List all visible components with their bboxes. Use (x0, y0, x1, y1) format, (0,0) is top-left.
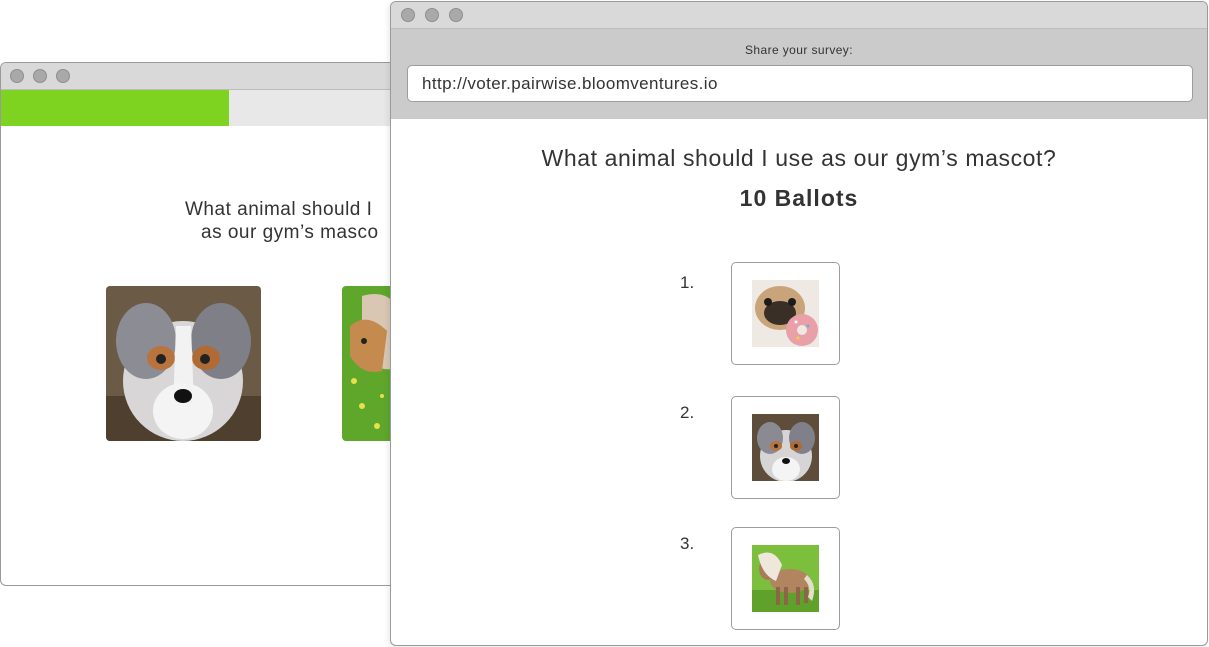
close-window-button[interactable] (10, 69, 24, 83)
ballot-count: 10 Ballots (739, 185, 859, 211)
progress-bar-fill (1, 90, 229, 126)
progress-bar (1, 90, 419, 126)
pug-photo-icon (752, 280, 819, 347)
choice-dog[interactable] (106, 286, 261, 441)
dog-photo-icon (106, 286, 261, 441)
rank-number: 2. (680, 403, 695, 422)
pony-photo-icon (752, 545, 819, 612)
close-window-button[interactable] (401, 8, 415, 22)
results-window: Share your survey: What animal should I … (390, 1, 1208, 646)
dog-photo-icon (752, 414, 819, 481)
ranked-choice-3[interactable] (731, 527, 840, 630)
ranked-choice-2[interactable] (731, 396, 840, 499)
minimize-window-button[interactable] (33, 69, 47, 83)
share-label: Share your survey: (745, 43, 853, 57)
minimize-window-button[interactable] (425, 8, 439, 22)
share-url-field[interactable] (407, 65, 1193, 102)
title-bar (1, 63, 419, 90)
rank-number: 1. (680, 273, 695, 292)
ranked-choice-1[interactable] (731, 262, 840, 365)
voter-question-line1: What animal should I (185, 199, 373, 220)
rank-number: 3. (680, 534, 695, 553)
title-bar (391, 2, 1207, 29)
zoom-window-button[interactable] (449, 8, 463, 22)
share-bar: Share your survey: (391, 29, 1207, 119)
voter-question-line2: as our gym’s masco (201, 222, 379, 243)
zoom-window-button[interactable] (56, 69, 70, 83)
voter-window: What animal should I as our gym’s masco (0, 62, 420, 586)
voter-question: What animal should I as our gym’s masco (185, 175, 419, 267)
survey-title: What animal should I use as our gym’s ma… (541, 145, 1057, 171)
